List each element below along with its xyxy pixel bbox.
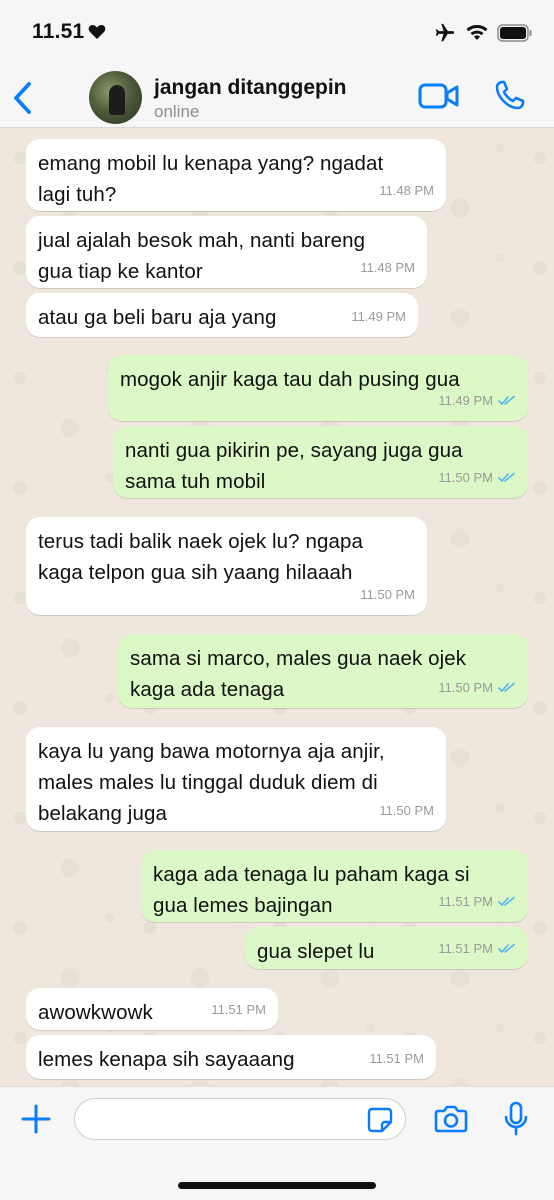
message-time: 11.49 PM [351,309,406,324]
read-ticks-icon [498,395,515,405]
message-meta: 11.48 PM [379,175,434,206]
message-incoming[interactable]: atau ga beli baru aja yang 11.49 PM [26,293,418,337]
read-ticks-icon [498,682,515,692]
phone-call-icon[interactable] [494,79,526,111]
message-incoming[interactable]: lemes kenapa sih sayaaang 11.51 PM [26,1035,436,1079]
message-incoming[interactable]: awowkwowk 11.51 PM [26,988,278,1030]
contact-status: online [154,102,200,121]
message-list[interactable]: emang mobil lu kenapa yang? ngadat lagi … [0,128,554,1086]
video-call-icon[interactable] [418,82,460,110]
message-outgoing[interactable]: nanti gua pikirin pe, sayang juga gua sa… [113,426,528,498]
message-meta: 11.49 PM [438,385,516,416]
read-ticks-icon [498,472,515,482]
status-time: 11.51 [32,20,85,43]
message-incoming[interactable]: terus tadi balik naek ojek lu? ngapa kag… [26,517,427,615]
chat-header: jangan ditanggepin online [0,66,554,128]
message-outgoing[interactable]: mogok anjir kaga tau dah pusing gua 11.4… [108,355,528,421]
microphone-icon[interactable] [504,1101,528,1137]
message-time: 11.50 PM [379,803,434,818]
message-meta: 11.48 PM [360,252,415,283]
message-time: 11.49 PM [438,393,493,408]
message-meta: 11.51 PM [369,1043,424,1074]
message-meta: 11.50 PM [438,462,516,493]
message-meta: 11.50 PM [379,795,434,826]
camera-icon[interactable] [434,1104,468,1134]
message-time: 11.51 PM [211,1002,266,1017]
sticker-icon[interactable] [367,1107,393,1133]
status-bar: 11.51 [0,0,554,66]
message-meta: 11.50 PM [438,672,516,703]
avatar-figure [109,85,125,115]
message-text: jual ajalah besok mah, nanti bareng gua … [38,229,366,283]
message-text: kaya lu yang bawa motornya aja anjir, ma… [38,740,385,825]
message-time: 11.48 PM [379,183,434,198]
composer-bar [0,1086,554,1200]
home-indicator [178,1182,376,1189]
message-time: 11.51 PM [438,941,493,956]
message-incoming[interactable]: kaya lu yang bawa motornya aja anjir, ma… [26,727,446,831]
back-icon[interactable] [10,80,36,116]
message-input[interactable] [74,1098,406,1140]
message-meta: 11.51 PM [211,994,266,1025]
message-time: 11.50 PM [438,470,493,485]
avatar[interactable] [89,71,142,124]
message-meta: 11.51 PM [438,933,516,964]
message-meta: 11.49 PM [351,301,406,332]
message-meta: 11.51 PM [438,886,516,917]
read-ticks-icon [498,896,515,906]
message-time: 11.48 PM [360,260,415,275]
read-ticks-icon [498,943,515,953]
message-text: emang mobil lu kenapa yang? ngadat lagi … [38,152,384,206]
battery-icon [497,24,532,42]
heart-icon [88,25,106,39]
message-time: 11.50 PM [360,587,415,602]
message-time: 11.50 PM [438,680,493,695]
contact-name[interactable]: jangan ditanggepin [154,76,347,100]
message-outgoing[interactable]: sama si marco, males gua naek ojek kaga … [118,634,528,708]
message-time: 11.51 PM [369,1051,424,1066]
message-meta: 11.50 PM [360,579,415,610]
message-outgoing[interactable]: kaga ada tenaga lu paham kaga si gua lem… [141,850,528,922]
message-time: 11.51 PM [438,894,493,909]
wifi-icon [466,25,488,40]
message-outgoing[interactable]: gua slepet lu 11.51 PM [245,927,528,969]
airplane-icon [435,23,455,42]
message-incoming[interactable]: jual ajalah besok mah, nanti bareng gua … [26,216,427,288]
plus-icon[interactable] [20,1103,52,1135]
message-text: lemes kenapa sih sayaaang [38,1048,295,1071]
message-incoming[interactable]: emang mobil lu kenapa yang? ngadat lagi … [26,139,446,211]
message-text: terus tadi balik naek ojek lu? ngapa kag… [38,530,363,584]
